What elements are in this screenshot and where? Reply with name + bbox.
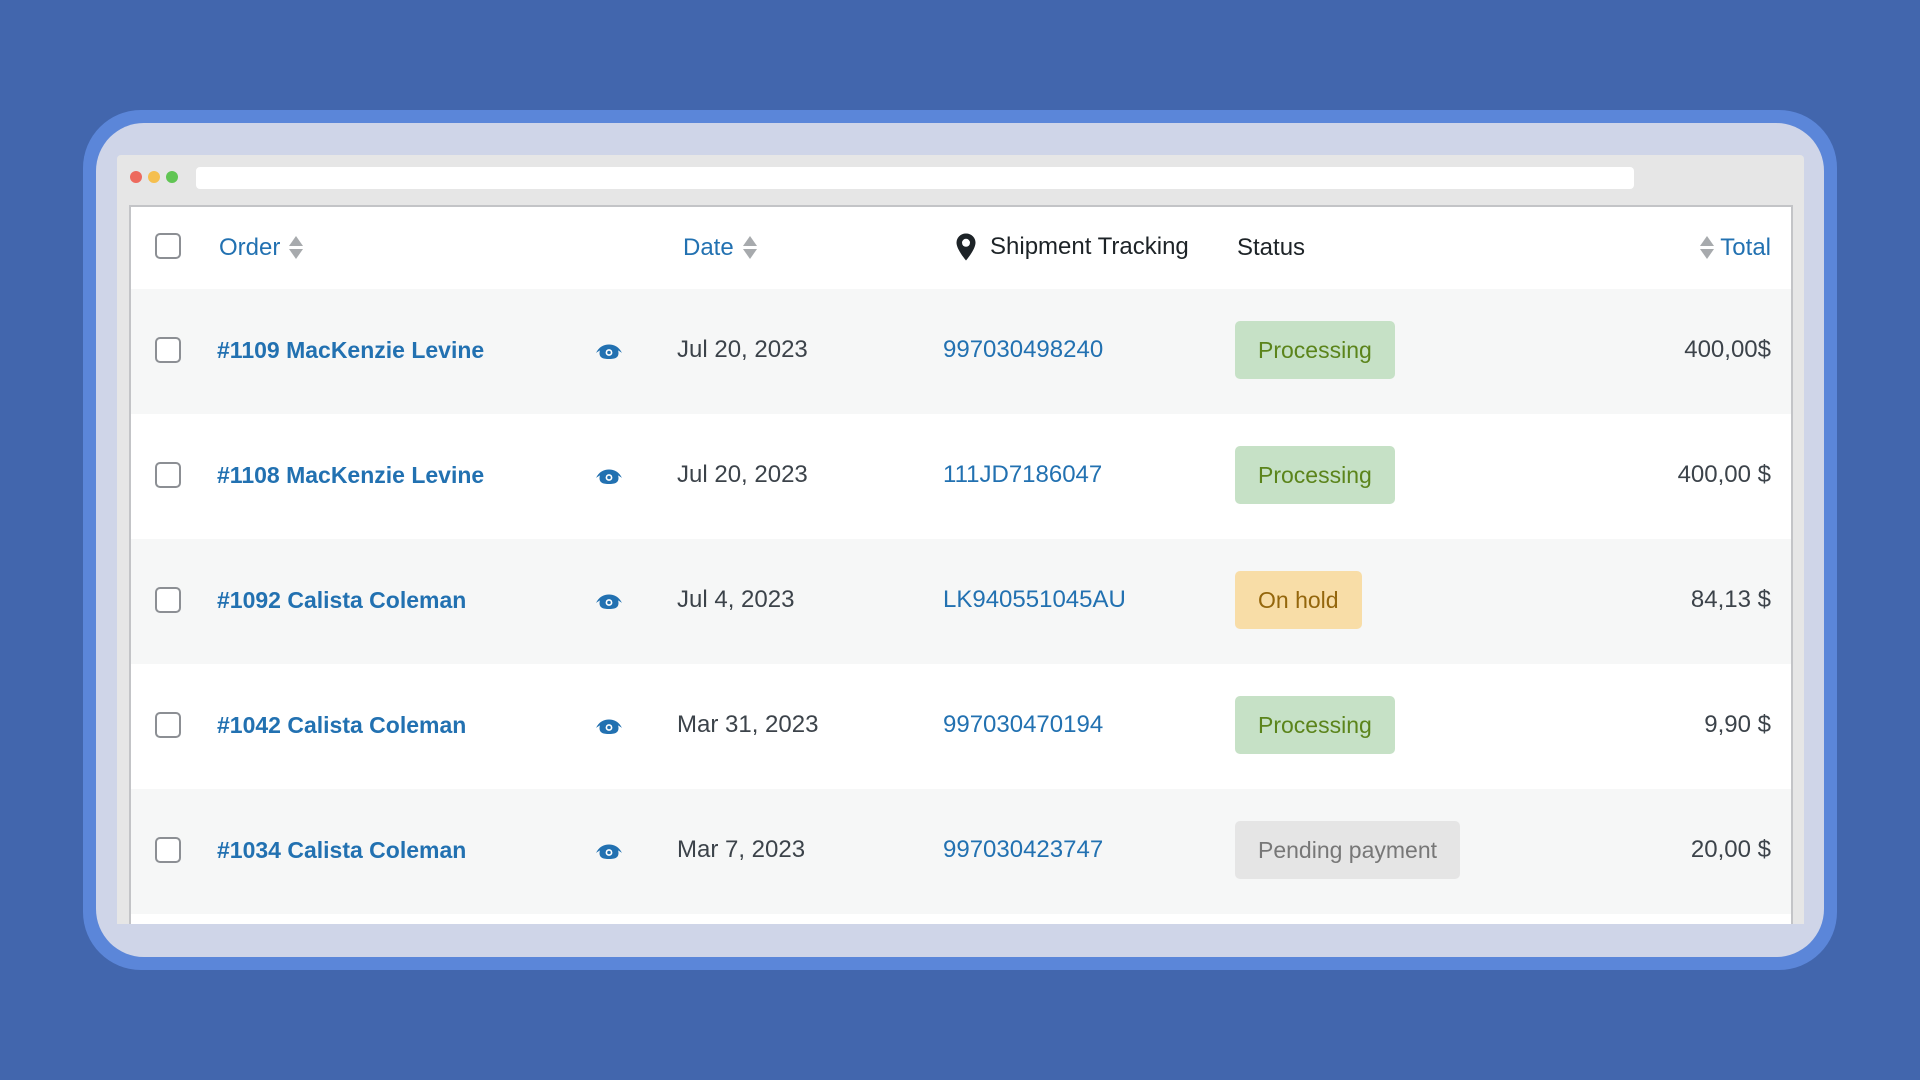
tracking-number-link[interactable]: 997030470194	[943, 711, 1103, 739]
status-badge: Processing	[1235, 321, 1395, 379]
tracking-number-link[interactable]: 997030423747	[943, 836, 1103, 864]
table-row[interactable]: #1034 Calista Coleman Mar 7, 2023 997030…	[131, 789, 1791, 914]
status-column-header: Status	[1237, 233, 1305, 263]
row-checkbox[interactable]	[155, 587, 181, 613]
row-checkbox[interactable]	[155, 837, 181, 863]
status-header-label: Status	[1237, 234, 1306, 261]
order-date: Jul 20, 2023	[677, 461, 808, 488]
order-total: 400,00 $	[1677, 461, 1771, 488]
total-column-header[interactable]: Total	[1700, 233, 1771, 263]
eye-icon[interactable]	[595, 716, 623, 736]
order-link[interactable]: #1109 MacKenzie Levine	[217, 337, 484, 364]
order-link[interactable]: #1108 MacKenzie Levine	[217, 462, 484, 489]
tracking-column-header: Shipment Tracking	[954, 231, 1189, 263]
order-date: Mar 7, 2023	[677, 836, 806, 863]
table-row[interactable]: #1042 Calista Coleman Mar 31, 2023 99703…	[131, 664, 1791, 789]
tracking-header-label: Shipment Tracking	[990, 233, 1189, 260]
order-link[interactable]: #1034 Calista Coleman	[217, 837, 466, 864]
order-total: 84,13 $	[1690, 586, 1771, 613]
address-bar[interactable]	[196, 167, 1634, 189]
total-header-label[interactable]: Total	[1720, 234, 1771, 262]
row-checkbox[interactable]	[155, 462, 181, 488]
status-badge: Processing	[1235, 446, 1395, 504]
sort-arrows-icon[interactable]	[289, 235, 304, 261]
order-date: Jul 20, 2023	[677, 336, 808, 363]
table-row[interactable]: #1109 MacKenzie Levine Jul 20, 2023 9970…	[131, 289, 1791, 414]
sort-arrows-icon[interactable]	[1700, 235, 1715, 261]
status-badge: Processing	[1235, 696, 1395, 754]
order-total: 20,00 $	[1690, 836, 1771, 863]
order-total: 400,00$	[1684, 336, 1771, 363]
eye-icon[interactable]	[595, 341, 623, 361]
browser-window: Order Date Shipment Tracking Status Tota…	[117, 155, 1804, 924]
minimize-window-dot[interactable]	[148, 171, 160, 183]
zoom-window-dot[interactable]	[166, 171, 178, 183]
table-header: Order Date Shipment Tracking Status Tota…	[131, 207, 1791, 291]
sort-arrows-icon[interactable]	[742, 235, 757, 261]
select-all-cell	[155, 233, 181, 259]
order-date: Mar 31, 2023	[677, 711, 819, 738]
close-window-dot[interactable]	[130, 171, 142, 183]
table-row[interactable]: #1108 MacKenzie Levine Jul 20, 2023 111J…	[131, 414, 1791, 539]
eye-icon[interactable]	[595, 841, 623, 861]
status-badge: Pending payment	[1235, 821, 1461, 879]
tracking-number-link[interactable]: LK940551045AU	[943, 586, 1126, 614]
status-badge: On hold	[1235, 571, 1362, 629]
order-date: Jul 4, 2023	[677, 586, 795, 613]
order-link[interactable]: #1092 Calista Coleman	[217, 587, 466, 614]
order-column-header[interactable]: Order	[219, 233, 304, 263]
tracking-number-link[interactable]: 997030498240	[943, 336, 1103, 364]
select-all-checkbox[interactable]	[155, 233, 181, 259]
date-header-label[interactable]: Date	[683, 234, 734, 262]
eye-icon[interactable]	[595, 591, 623, 611]
date-column-header[interactable]: Date	[683, 233, 757, 263]
orders-table: Order Date Shipment Tracking Status Tota…	[129, 205, 1793, 924]
table-row[interactable]: #1092 Calista Coleman Jul 4, 2023 LK9405…	[131, 539, 1791, 664]
eye-icon[interactable]	[595, 466, 623, 486]
row-checkbox[interactable]	[155, 712, 181, 738]
order-total: 9,90 $	[1704, 711, 1771, 738]
map-pin-icon	[956, 233, 976, 261]
browser-titlebar	[117, 155, 1804, 201]
row-checkbox[interactable]	[155, 337, 181, 363]
tracking-number-link[interactable]: 111JD7186047	[943, 461, 1102, 489]
order-link[interactable]: #1042 Calista Coleman	[217, 712, 466, 739]
order-header-label[interactable]: Order	[219, 234, 280, 262]
